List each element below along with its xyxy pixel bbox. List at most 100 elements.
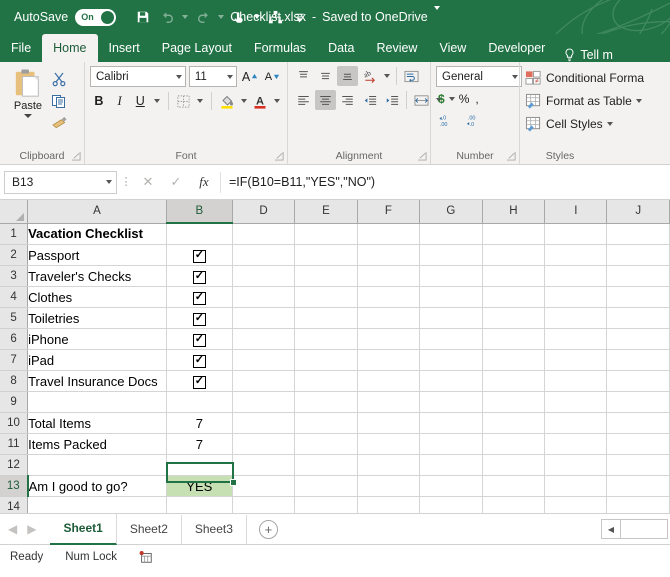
save-status-dropdown-icon[interactable] <box>434 10 440 24</box>
row-header-1[interactable]: 1 <box>0 223 28 245</box>
cell-g13[interactable] <box>420 476 483 497</box>
save-icon[interactable] <box>132 6 154 28</box>
cell-d1[interactable] <box>232 223 294 245</box>
cell-i1[interactable] <box>545 223 607 245</box>
cell-f9[interactable] <box>357 392 419 413</box>
cell-g1[interactable] <box>420 223 483 245</box>
cell-g14[interactable] <box>420 497 483 514</box>
cell-g4[interactable] <box>420 287 483 308</box>
cell-f4[interactable] <box>357 287 419 308</box>
cell-a10[interactable]: Total Items <box>28 413 167 434</box>
tab-view[interactable]: View <box>428 34 477 62</box>
font-name-input[interactable]: Calibri <box>90 66 186 87</box>
cell-d2[interactable] <box>232 245 294 266</box>
column-header-i[interactable]: I <box>545 200 607 223</box>
cell-j11[interactable] <box>607 434 670 455</box>
cell-j10[interactable] <box>607 413 670 434</box>
orientation-dropdown-icon[interactable] <box>381 66 392 86</box>
checkbox-iphone[interactable]: ✓ <box>193 334 206 347</box>
checkbox-travelers-checks[interactable]: ✓ <box>193 271 206 284</box>
align-middle-button[interactable] <box>315 66 336 86</box>
cell-g12[interactable] <box>420 455 483 476</box>
cell-b1[interactable] <box>166 223 232 245</box>
row-header-13[interactable]: 13 <box>0 476 28 497</box>
paste-button[interactable]: Paste <box>5 66 51 118</box>
macro-record-icon[interactable] <box>139 550 153 564</box>
cell-h8[interactable] <box>482 371 544 392</box>
column-header-d[interactable]: D <box>232 200 294 223</box>
cancel-formula-button[interactable]: ✕ <box>135 172 161 193</box>
column-header-b[interactable]: B <box>166 200 232 223</box>
tab-home[interactable]: Home <box>42 34 97 62</box>
format-as-table-dropdown-icon[interactable] <box>636 99 642 103</box>
row-header-4[interactable]: 4 <box>0 287 28 308</box>
cell-i7[interactable] <box>545 350 607 371</box>
cell-f10[interactable] <box>357 413 419 434</box>
cell-e4[interactable] <box>295 287 357 308</box>
cell-e7[interactable] <box>295 350 357 371</box>
row-header-8[interactable]: 8 <box>0 371 28 392</box>
percent-style-button[interactable]: % <box>457 90 472 108</box>
cell-b11[interactable]: 7 <box>166 434 232 455</box>
cell-h11[interactable] <box>482 434 544 455</box>
cell-f11[interactable] <box>357 434 419 455</box>
cell-e2[interactable] <box>295 245 357 266</box>
paste-dropdown-icon[interactable] <box>24 114 32 118</box>
touch-mouse-mode-icon[interactable] <box>228 6 250 28</box>
cell-j1[interactable] <box>607 223 670 245</box>
cell-g8[interactable] <box>420 371 483 392</box>
cell-d10[interactable] <box>232 413 294 434</box>
fill-color-button[interactable] <box>218 91 236 111</box>
underline-dropdown-icon[interactable] <box>152 91 162 111</box>
cell-d9[interactable] <box>232 392 294 413</box>
redo-icon[interactable] <box>192 6 214 28</box>
cell-i6[interactable] <box>545 329 607 350</box>
font-name-dropdown-icon[interactable] <box>176 75 182 79</box>
cell-i13[interactable] <box>545 476 607 497</box>
cell-a8[interactable]: Travel Insurance Docs <box>28 371 167 392</box>
column-header-a[interactable]: A <box>28 200 167 223</box>
select-all-corner[interactable] <box>0 200 28 223</box>
sheet-tab-sheet1[interactable]: Sheet1 <box>50 514 116 545</box>
cell-a4[interactable]: Clothes <box>28 287 167 308</box>
font-color-dropdown-icon[interactable] <box>272 91 282 111</box>
align-top-button[interactable] <box>293 66 314 86</box>
checkbox-ipad[interactable]: ✓ <box>193 355 206 368</box>
row-header-5[interactable]: 5 <box>0 308 28 329</box>
accounting-dropdown-icon[interactable] <box>449 90 455 108</box>
cell-f14[interactable] <box>357 497 419 514</box>
insert-function-button[interactable]: fx <box>191 172 217 193</box>
cell-b8[interactable]: ✓ <box>166 371 232 392</box>
cell-h13[interactable] <box>482 476 544 497</box>
row-header-3[interactable]: 3 <box>0 266 28 287</box>
cell-f6[interactable] <box>357 329 419 350</box>
cell-d13[interactable] <box>232 476 294 497</box>
cell-h12[interactable] <box>482 455 544 476</box>
cell-f3[interactable] <box>357 266 419 287</box>
cell-g2[interactable] <box>420 245 483 266</box>
cell-h3[interactable] <box>482 266 544 287</box>
cell-b12[interactable] <box>166 455 232 476</box>
cell-i8[interactable] <box>545 371 607 392</box>
tab-formulas[interactable]: Formulas <box>243 34 317 62</box>
cell-b7[interactable]: ✓ <box>166 350 232 371</box>
cell-b9[interactable] <box>166 392 232 413</box>
font-size-input[interactable]: 11 <box>189 66 238 87</box>
scroll-left-icon[interactable]: ◀ <box>601 519 621 539</box>
checkbox-travel-insurance-docs[interactable]: ✓ <box>193 376 206 389</box>
horizontal-scrollbar[interactable]: ◀ <box>601 520 668 538</box>
row-header-10[interactable]: 10 <box>0 413 28 434</box>
cell-j5[interactable] <box>607 308 670 329</box>
tell-me-search[interactable]: Tell m <box>564 48 613 62</box>
cell-a7[interactable]: iPad <box>28 350 167 371</box>
cell-e3[interactable] <box>295 266 357 287</box>
cell-h10[interactable] <box>482 413 544 434</box>
cell-i9[interactable] <box>545 392 607 413</box>
cell-i3[interactable] <box>545 266 607 287</box>
conditional-formatting-button[interactable]: ≠ Conditional Forma <box>525 67 644 88</box>
borders-dropdown-icon[interactable] <box>195 91 205 111</box>
cell-j14[interactable] <box>607 497 670 514</box>
column-header-j[interactable]: J <box>607 200 670 223</box>
cell-f5[interactable] <box>357 308 419 329</box>
cell-h6[interactable] <box>482 329 544 350</box>
